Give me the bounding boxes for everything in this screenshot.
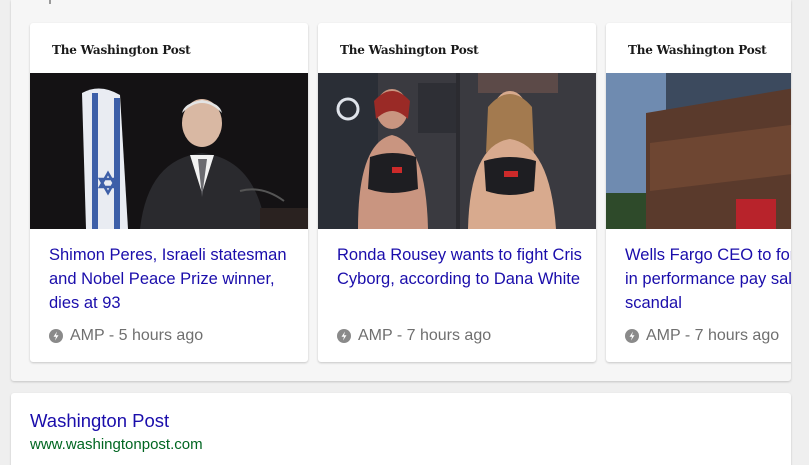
news-thumbnail[interactable]: [606, 73, 791, 229]
top-stories-carousel[interactable]: The Washington Post Shimon Peres, Israel…: [11, 0, 791, 381]
search-results-page: The Washington Post Shimon Peres, Israel…: [0, 0, 809, 465]
amp-bolt-icon: [49, 329, 63, 343]
news-thumbnail[interactable]: [318, 73, 596, 229]
publisher-logo: The Washington Post: [628, 43, 767, 57]
news-card[interactable]: The Washington Post Wells Fargo CEO to f…: [606, 23, 791, 362]
news-headline-link[interactable]: Ronda Rousey wants to fight Cris Cyborg,…: [337, 243, 582, 291]
news-card[interactable]: The Washington Post: [318, 23, 596, 362]
news-meta-text: AMP - 5 hours ago: [70, 327, 204, 344]
result-title-link[interactable]: Washington Post: [30, 410, 169, 432]
news-meta-text: AMP - 7 hours ago: [358, 327, 492, 344]
news-headline-link[interactable]: Wells Fargo CEO to forfeit million in pe…: [625, 243, 791, 315]
carousel-edge-mark: [49, 0, 51, 4]
publisher-logo: The Washington Post: [52, 43, 191, 57]
publisher-logo: The Washington Post: [340, 43, 479, 57]
amp-bolt-icon: [625, 329, 639, 343]
news-meta: AMP - 5 hours ago: [49, 327, 203, 345]
amp-bolt-icon: [337, 329, 351, 343]
result-url: www.washingtonpost.com: [30, 436, 203, 453]
news-headline-link[interactable]: Shimon Peres, Israeli statesman and Nobe…: [49, 243, 294, 315]
news-meta-text: AMP - 7 hours ago: [646, 327, 780, 344]
news-meta: AMP - 7 hours ago: [337, 327, 491, 345]
news-meta: AMP - 7 hours ago: [625, 327, 779, 345]
news-thumbnail[interactable]: [30, 73, 308, 229]
search-result: Washington Post www.washingtonpost.com: [11, 393, 791, 465]
news-card[interactable]: The Washington Post: [30, 23, 308, 362]
